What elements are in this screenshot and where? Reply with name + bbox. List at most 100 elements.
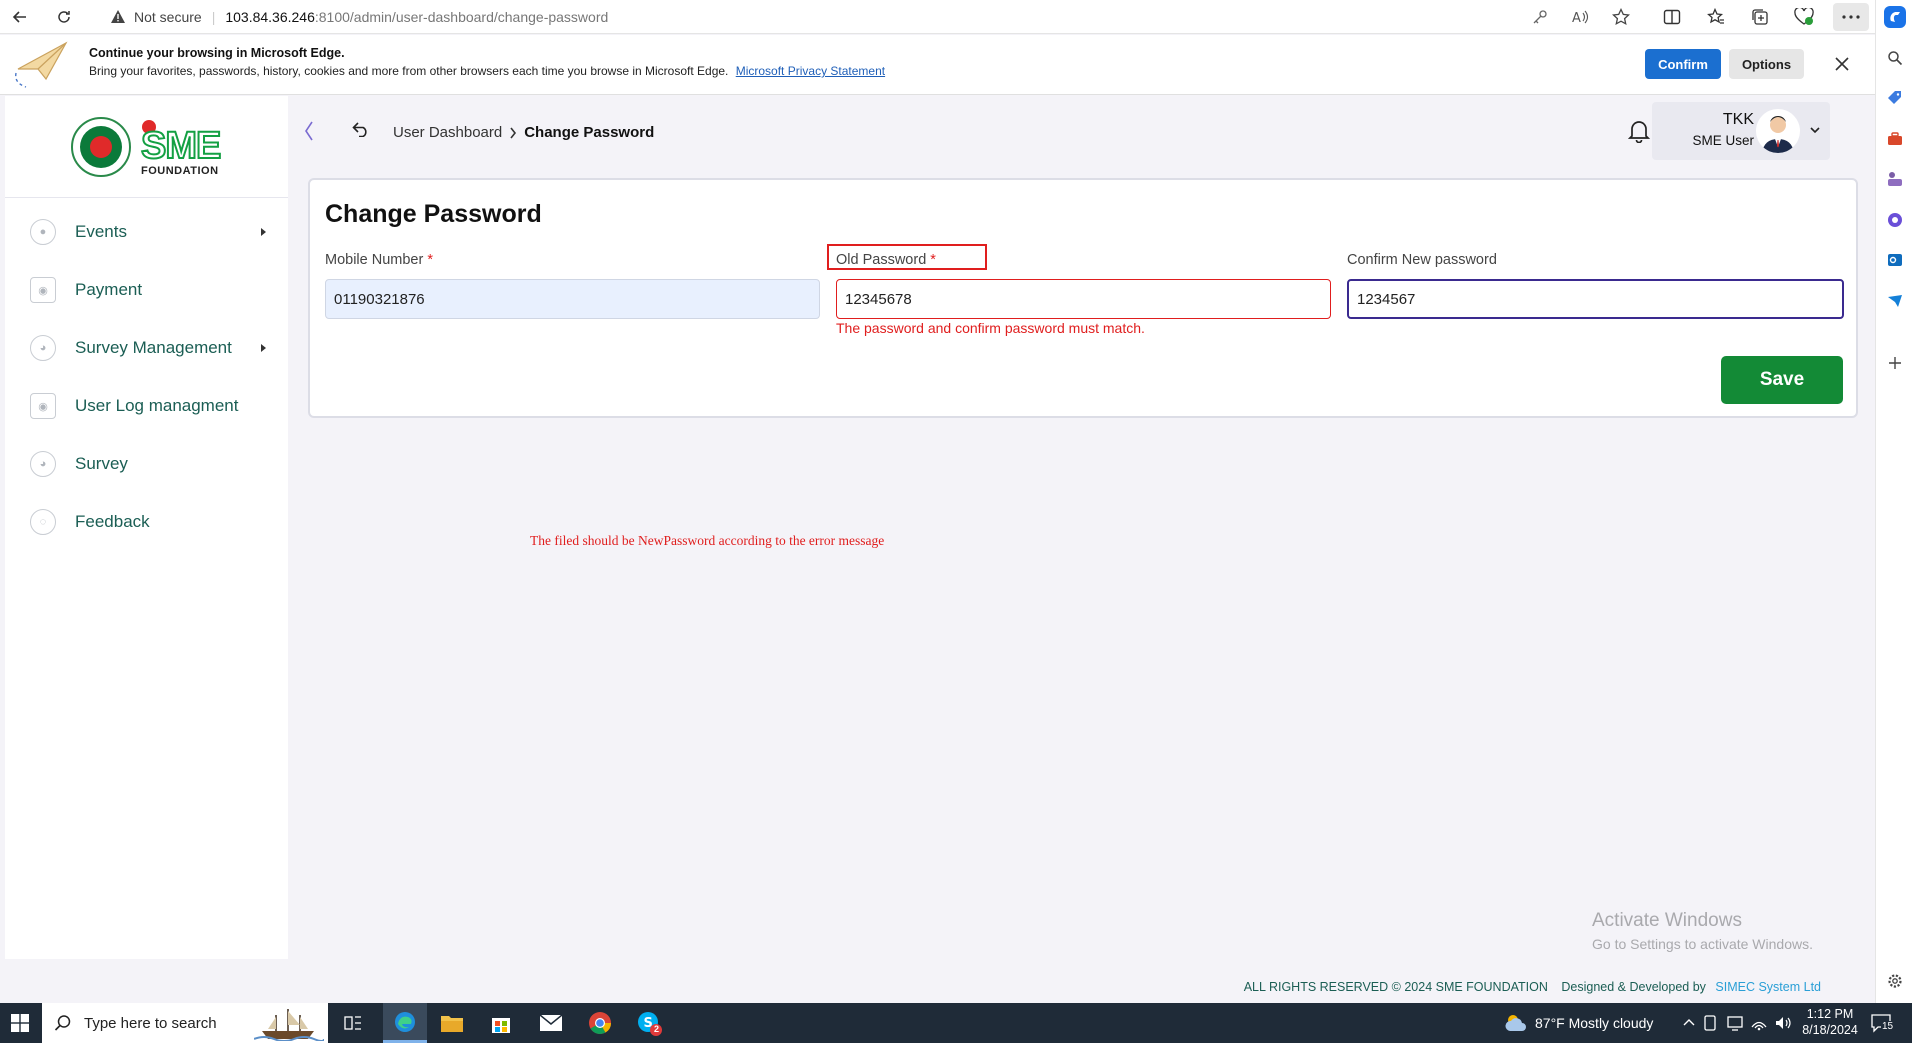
mobile-number-input[interactable] (325, 279, 820, 319)
collapse-sidebar-icon[interactable] (303, 120, 315, 142)
chevron-right-icon (261, 228, 266, 236)
privacy-link[interactable]: Microsoft Privacy Statement (736, 64, 885, 78)
top-header: User Dashboard Change Password TKK SME U… (289, 96, 1875, 166)
sidebar-item-survey-management[interactable]: ◕ Survey Management (30, 328, 280, 368)
url-path: :8100/admin/user-dashboard/change-passwo… (314, 9, 609, 25)
footer-rights: ALL RIGHTS RESERVED © 2024 SME FOUNDATIO… (1243, 980, 1548, 994)
add-icon[interactable] (1884, 352, 1906, 374)
old-password-input[interactable] (836, 279, 1331, 319)
key-icon[interactable] (1527, 5, 1553, 29)
chevron-right-icon (509, 127, 517, 139)
taskbar-search-placeholder: Type here to search (84, 1014, 217, 1032)
refresh-icon[interactable] (50, 4, 78, 30)
user-name: TKK (1722, 111, 1754, 128)
sidebar-item-survey[interactable]: ◕ Survey (30, 444, 280, 484)
search-highlight-ship-icon (254, 1005, 324, 1041)
collections-icon[interactable] (1747, 5, 1773, 29)
page-title: Change Password (325, 200, 542, 228)
taskbar-clock[interactable]: 1:12 PM 8/18/2024 (1800, 1006, 1860, 1038)
sidebar-divider (5, 197, 288, 198)
monitor-icon[interactable] (1727, 1015, 1743, 1031)
edge-taskbar-icon[interactable] (383, 1003, 427, 1043)
password-error-message: The password and confirm password must m… (836, 320, 1145, 336)
paper-plane-icon (12, 39, 70, 91)
office-icon[interactable] (1884, 209, 1906, 231)
outlook-icon[interactable] (1884, 249, 1906, 271)
pie-chart-icon: ◕ (30, 335, 56, 361)
shopping-tag-icon[interactable] (1884, 87, 1906, 109)
infobar-title: Continue your browsing in Microsoft Edge… (89, 46, 345, 60)
copilot-icon[interactable] (1884, 6, 1906, 28)
feedback-icon: ◌ (30, 509, 56, 535)
store-icon[interactable] (481, 1007, 521, 1039)
search-icon[interactable] (1884, 47, 1906, 69)
windows-start-icon[interactable] (0, 1007, 40, 1039)
change-password-card: Change Password Mobile Number * Old Pass… (308, 178, 1858, 418)
taskbar-search-box[interactable]: Type here to search (42, 1003, 328, 1043)
chevron-down-icon (1810, 127, 1820, 134)
mail-icon[interactable] (531, 1007, 571, 1039)
skype-icon[interactable]: S 2 (629, 1007, 669, 1039)
skype-badge: 2 (654, 1024, 660, 1034)
split-screen-icon[interactable] (1659, 5, 1685, 29)
payment-icon: ◉ (30, 277, 56, 303)
edge-sidebar (1875, 0, 1912, 1003)
annotation-note: The filed should be NewPassword accordin… (530, 533, 885, 548)
favorite-star-icon[interactable] (1608, 5, 1634, 29)
mobile-number-label: Mobile Number * (325, 252, 434, 268)
footer-designed: Designed & Developed by (1561, 980, 1706, 994)
more-menu-icon[interactable] (1833, 3, 1869, 31)
svg-text:A: A (1572, 11, 1581, 25)
file-explorer-icon[interactable] (432, 1007, 472, 1039)
footer-company-link[interactable]: SIMEC System Ltd (1715, 980, 1821, 994)
user-role: SME User (1692, 133, 1754, 148)
volume-icon[interactable] (1774, 1015, 1792, 1031)
infobar-confirm-button[interactable]: Confirm (1645, 49, 1721, 79)
wifi-icon[interactable] (1750, 1015, 1768, 1031)
search-icon (54, 1014, 72, 1032)
undo-back-icon[interactable] (352, 121, 370, 137)
sidebar-item-feedback[interactable]: ◌ Feedback (30, 502, 280, 542)
address-bar[interactable]: Not secure | 103.84.36.246 :8100/admin/u… (94, 2, 1632, 32)
clock-time: 1:12 PM (1806, 1007, 1854, 1021)
confirm-password-input[interactable] (1347, 279, 1844, 319)
notification-count: 15 (1881, 1021, 1895, 1032)
log-icon: ◉ (30, 393, 56, 419)
avatar (1756, 109, 1800, 153)
pie-chart-icon: ◕ (30, 451, 56, 477)
weather-text[interactable]: 87°F Mostly cloudy (1535, 1015, 1653, 1031)
security-label: Not secure (134, 9, 202, 25)
infobar-options-button[interactable]: Options (1729, 49, 1804, 79)
page-footer: ALL RIGHTS RESERVED © 2024 SME FOUNDATIO… (289, 972, 1875, 1003)
activate-windows-title: Activate Windows (1592, 910, 1742, 931)
clock-date: 8/18/2024 (1802, 1023, 1858, 1037)
url-host: 103.84.36.246 (225, 9, 315, 25)
user-profile-menu[interactable]: TKK SME User (1652, 102, 1830, 160)
toolbox-icon[interactable] (1884, 128, 1906, 150)
breadcrumb-parent[interactable]: User Dashboard (393, 124, 502, 141)
settings-gear-icon[interactable] (1884, 970, 1906, 992)
sidebar-item-payment[interactable]: ◉ Payment (30, 270, 280, 310)
old-password-label: Old Password * (836, 252, 936, 268)
weather-cloud-icon[interactable] (1504, 1013, 1528, 1033)
sidebar-item-user-log[interactable]: ◉ User Log managment (30, 386, 280, 426)
read-aloud-icon[interactable]: A (1567, 5, 1593, 29)
task-view-icon[interactable] (333, 1007, 373, 1039)
favorites-icon[interactable] (1703, 5, 1729, 29)
device-icon[interactable] (1703, 1015, 1717, 1031)
chevron-up-icon[interactable] (1683, 1018, 1695, 1026)
bell-icon[interactable] (1628, 119, 1650, 143)
chrome-icon[interactable] (580, 1007, 620, 1039)
edge-infobar: Continue your browsing in Microsoft Edge… (0, 35, 1875, 95)
logo-text: SME (140, 125, 222, 167)
chevron-right-icon (261, 344, 266, 352)
back-icon[interactable] (6, 4, 34, 30)
notification-icon[interactable]: 15 (1870, 1012, 1895, 1034)
sidebar-item-events[interactable]: ● Events (30, 212, 280, 252)
browser-essentials-icon[interactable] (1791, 5, 1817, 29)
close-icon[interactable] (1832, 54, 1852, 74)
lock-icon: ● (30, 219, 56, 245)
save-button[interactable]: Save (1721, 356, 1843, 404)
drop-icon[interactable] (1884, 290, 1906, 312)
games-icon[interactable] (1884, 168, 1906, 190)
